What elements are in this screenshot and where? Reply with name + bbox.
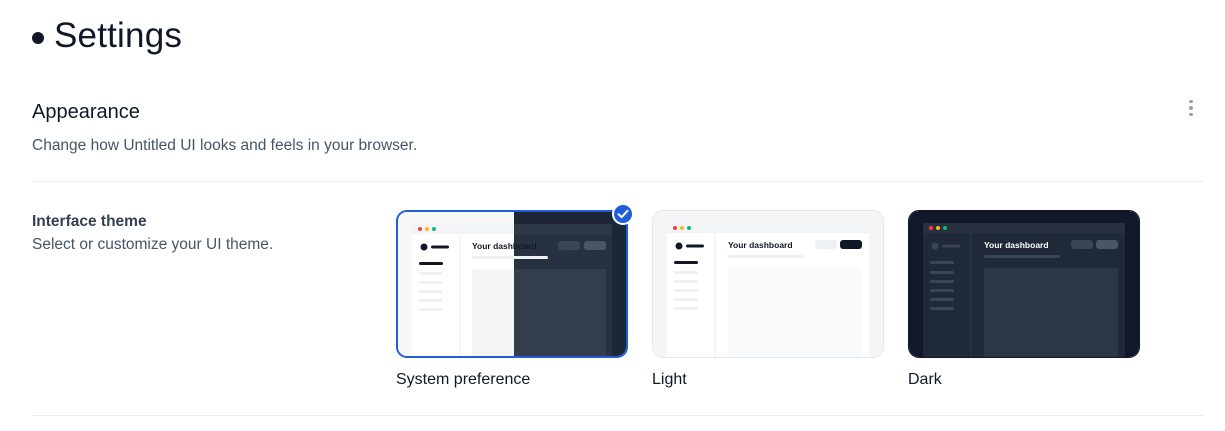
light-preview-illustration: Your dashboard xyxy=(653,211,883,357)
interface-theme-label: Interface theme xyxy=(32,213,147,230)
window-dot-green xyxy=(432,227,436,231)
theme-preview-system: Your dashboard xyxy=(396,210,628,358)
theme-option-dark[interactable]: Your dashboard Dark xyxy=(908,210,1140,388)
system-preview-illustration: Your dashboard xyxy=(398,212,626,356)
settings-page: Settings Appearance Change how Untitled … xyxy=(0,0,1225,431)
system-preview-title: Your dashboard xyxy=(472,241,537,251)
section-title-appearance: Appearance xyxy=(32,101,140,123)
interface-theme-hint: Select or customize your UI theme. xyxy=(32,236,274,253)
section-divider xyxy=(32,181,1203,182)
theme-option-system[interactable]: Your dashboard System preference xyxy=(396,210,628,388)
theme-option-light[interactable]: Your dashboard Light xyxy=(652,210,884,388)
page-title: Settings xyxy=(54,16,183,55)
light-preview-title: Your dashboard xyxy=(728,240,793,250)
section-divider xyxy=(32,415,1203,416)
theme-option-label: Light xyxy=(652,371,687,388)
window-dot-yellow xyxy=(425,227,429,231)
page-title-row: Settings xyxy=(32,16,182,56)
dark-preview-title: Your dashboard xyxy=(984,240,1049,250)
section-description: Change how Untitled UI looks and feels i… xyxy=(32,137,418,154)
window-dot-red xyxy=(418,227,422,231)
theme-preview-light: Your dashboard xyxy=(652,210,884,358)
theme-option-label: Dark xyxy=(908,371,942,388)
theme-preview-dark: Your dashboard xyxy=(908,210,1140,358)
dark-preview-illustration: Your dashboard xyxy=(909,211,1139,357)
more-vertical-icon[interactable] xyxy=(1182,97,1200,119)
bullet-icon xyxy=(32,32,44,44)
check-icon xyxy=(612,203,634,225)
theme-option-label: System preference xyxy=(396,371,531,388)
